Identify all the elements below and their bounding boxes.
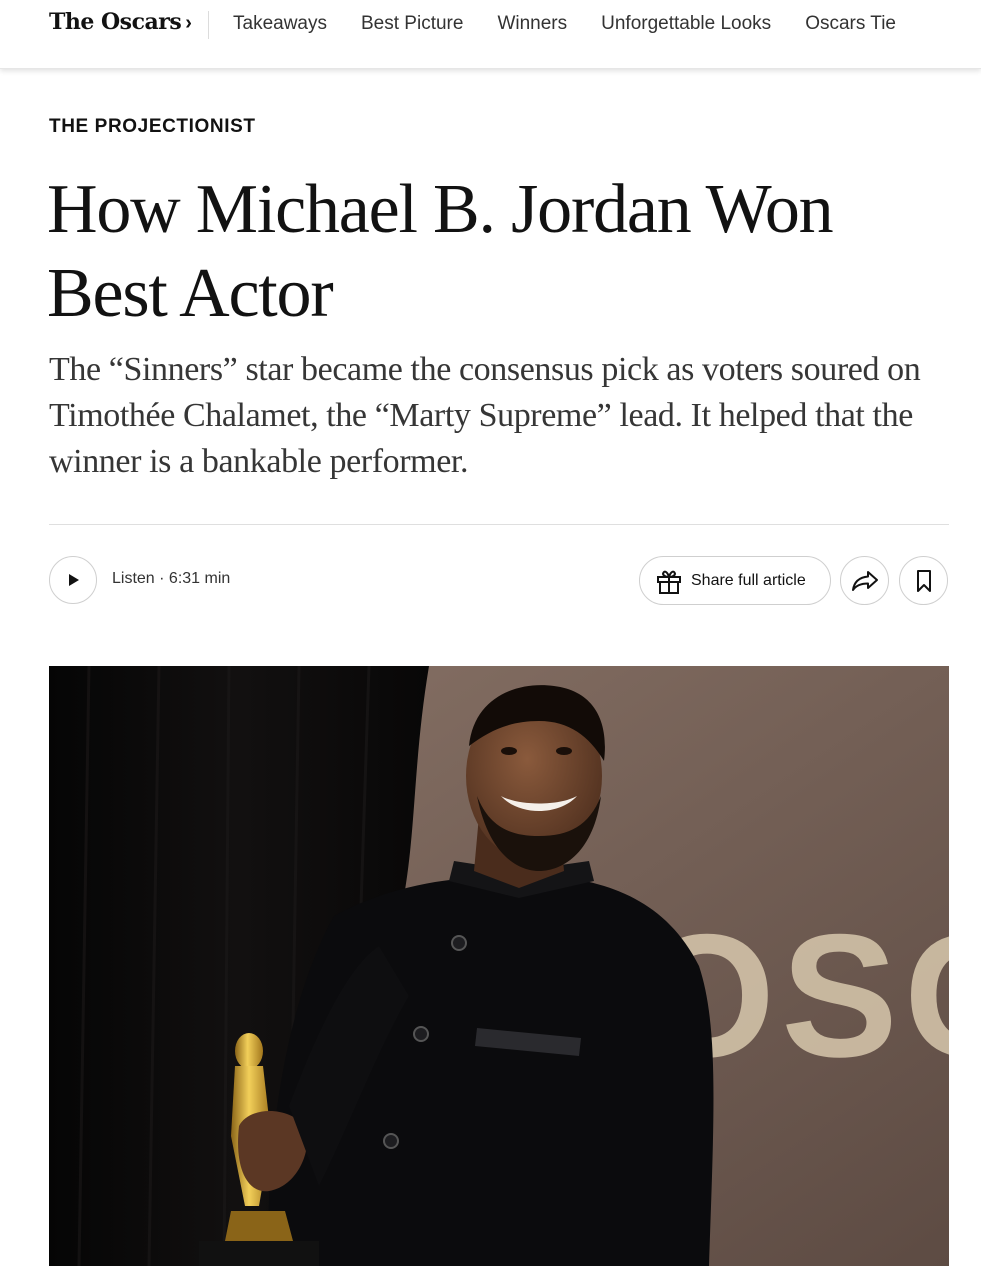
share-arrow-icon [851,570,878,591]
section-title-link[interactable]: The Oscars › [49,9,192,35]
save-button[interactable] [899,556,948,605]
section-title-label: The Oscars [49,9,182,35]
section-nav-links: Takeaways Best Picture Winners Unforgett… [233,13,930,35]
nav-link-takeaways[interactable]: Takeaways [233,13,327,35]
nav-divider [208,11,209,39]
nav-link-unforgettable-looks[interactable]: Unforgettable Looks [601,13,771,35]
article-headline: How Michael B. Jordan Won Best Actor [47,171,834,332]
nav-link-oscars-tie[interactable]: Oscars Tie [805,13,896,35]
hero-photo: OSCA [49,666,949,1266]
listen-play-button[interactable] [49,556,97,604]
chevron-right-icon: › [185,12,192,34]
listen-duration-label: Listen · 6:31 min [112,570,231,587]
hero-illustration: OSCA [49,666,949,1266]
nav-link-best-picture[interactable]: Best Picture [361,13,463,35]
top-navigation-bar: The Oscars › Takeaways Best Picture Winne… [0,0,981,69]
play-icon [69,574,79,586]
share-full-article-label: Share full article [691,571,806,589]
gift-icon [657,570,681,594]
share-button[interactable] [840,556,889,605]
header-divider [49,524,949,525]
article-summary: The “Sinners” star became the consensus … [49,351,921,480]
nav-link-winners[interactable]: Winners [497,13,567,35]
bookmark-icon [916,569,931,592]
share-full-article-button[interactable]: Share full article [639,556,831,605]
article-kicker[interactable]: THE PROJECTIONIST [49,116,256,138]
